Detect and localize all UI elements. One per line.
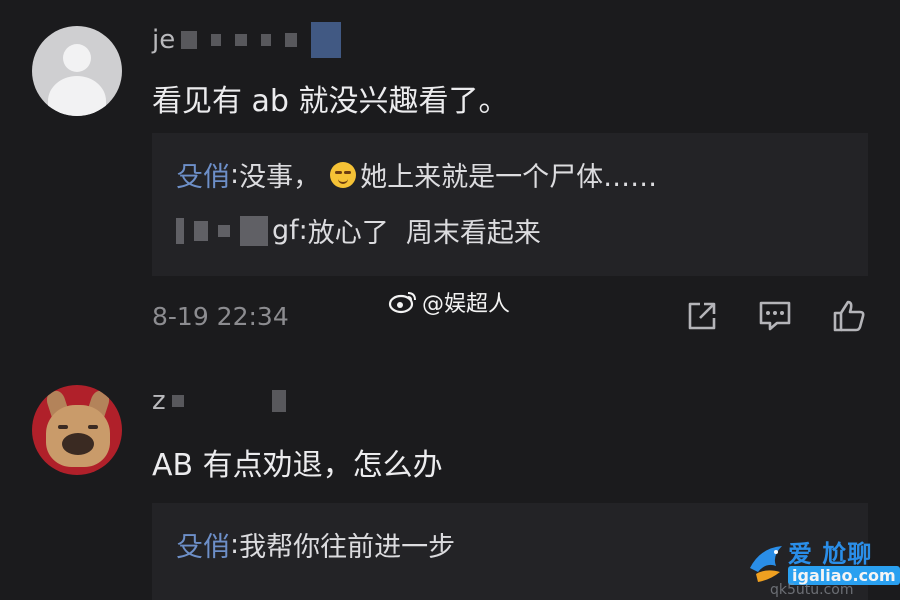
comment-text: AB 有点劝退，怎么办 [152, 448, 443, 483]
bird-logo-icon [750, 546, 782, 582]
reply-text-continued: 她上来就是一个尸体…… [360, 162, 658, 193]
reply-item[interactable]: 殳俏 : 没事， 她上来就是一个尸体…… [176, 155, 657, 194]
comment-username[interactable]: je [152, 22, 342, 58]
avatar-head-shape [63, 44, 91, 72]
reply-author-suffix[interactable]: gf [272, 215, 299, 246]
comment-icon[interactable] [757, 298, 793, 334]
username-mosaic [171, 390, 286, 412]
watermark-text: @娱超人 [422, 292, 511, 317]
site-watermark-badge: 爱 尬聊 igaliao.com qk5utu.com [742, 530, 900, 600]
reply-colon: : [230, 159, 240, 190]
reply-text: 放心了 周末看起来 [307, 218, 541, 249]
username-visible-text: z [152, 386, 166, 416]
dog-eye-shape [88, 425, 98, 429]
reply-box[interactable]: 殳俏 : 没事， 她上来就是一个尸体…… gf : 放心了 周末看起来 [152, 133, 868, 276]
username-visible-text: je [152, 25, 176, 55]
reply-item[interactable]: 殳俏 : 我帮你往前进一步 [176, 525, 455, 564]
share-icon[interactable] [684, 298, 720, 334]
reply-text: 没事， [239, 162, 321, 193]
reply-colon: : [298, 215, 308, 246]
reply-item[interactable]: gf : 放心了 周末看起来 [176, 211, 541, 250]
avatar-body-shape [48, 76, 106, 116]
smiling-emoji-icon [330, 161, 357, 188]
comment-screen: je 看见有 ab 就没兴趣看了。 殳俏 : 没事， 她上来就是一个尸体…… g… [0, 0, 900, 600]
avatar[interactable] [32, 385, 122, 475]
avatar[interactable] [32, 26, 122, 116]
dog-muzzle-shape [62, 433, 94, 455]
reply-author[interactable]: 殳俏 [176, 155, 230, 194]
reply-colon: : [230, 529, 240, 560]
thumbs-up-icon[interactable] [831, 298, 867, 334]
comment-text: 看见有 ab 就没兴趣看了。 [152, 84, 509, 119]
weibo-icon [388, 292, 416, 314]
comment-username[interactable]: z [152, 386, 286, 416]
comment-timestamp: 8-19 22:34 [152, 302, 289, 331]
blurred-reply-author[interactable] [176, 215, 268, 246]
reply-author[interactable]: 殳俏 [176, 525, 230, 564]
reply-text: 我帮你往前进一步 [239, 532, 456, 563]
dog-eye-shape [58, 425, 68, 429]
site-badge-title: 爱 尬聊 [788, 540, 873, 568]
weibo-watermark: @娱超人 [388, 286, 510, 318]
username-mosaic [181, 22, 342, 58]
site-badge-ghost-text: qk5utu.com [770, 582, 854, 598]
